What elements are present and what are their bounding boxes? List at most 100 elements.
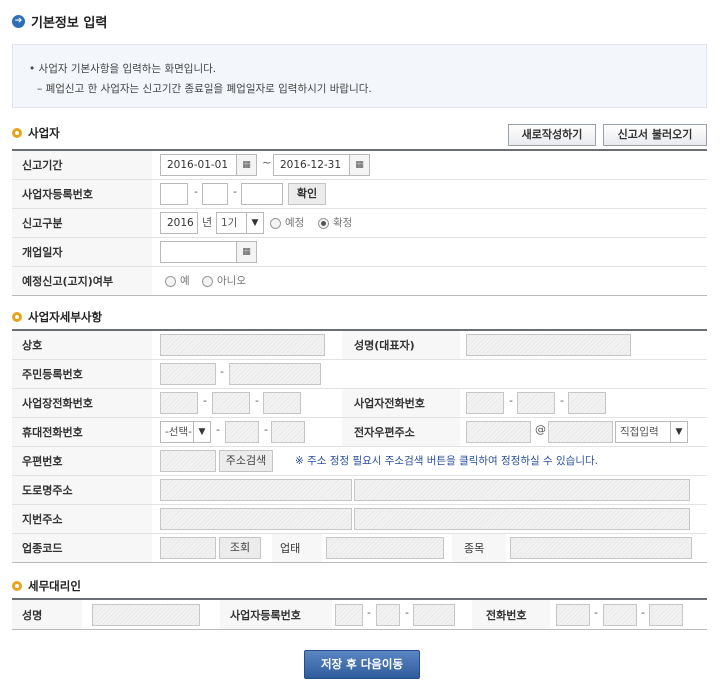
agent-name-input[interactable] — [92, 604, 200, 626]
save-next-button[interactable]: 저장 후 다음이동 — [304, 650, 420, 679]
mobile-part3-input[interactable] — [271, 421, 305, 443]
section-bullet-icon — [12, 312, 22, 322]
dash-separator: - — [641, 606, 645, 619]
notice-box: • 사업자 기본사항을 입력하는 화면입니다. – 폐업신고 한 사업자는 신고… — [12, 44, 707, 108]
notice-line-2: – 폐업신고 한 사업자는 신고기간 종료일을 폐업일자로 입력하시기 바랍니다… — [37, 83, 372, 95]
row-agent: 성명 사업자등록번호 - - 전화번호 - - — [12, 600, 707, 630]
chevron-down-icon: ▼ — [246, 213, 263, 233]
calendar-icon[interactable]: ▦ — [237, 241, 257, 263]
biz-phone-label: 사업장전화번호 — [22, 397, 93, 410]
zip-note: ※ 주소 정정 필요시 주소검색 버튼을 클릭하여 정정하실 수 있습니다. — [295, 455, 598, 467]
dash-separator: - — [405, 606, 409, 619]
new-document-button[interactable]: 새로작성하기 — [508, 124, 596, 146]
email-at-sign: @ — [535, 423, 546, 436]
zip-label: 우편번호 — [22, 455, 63, 468]
dash-separator: - — [509, 394, 513, 407]
page-title: 기본정보 입력 — [31, 15, 108, 31]
section-business-title: 사업자 — [28, 126, 60, 140]
item-input[interactable] — [510, 537, 692, 559]
mobile-prefix-select[interactable]: -선택- ▼ — [160, 421, 211, 443]
open-date-label: 개업일자 — [22, 246, 63, 259]
period-end-input[interactable]: 2016-12-31 — [273, 154, 350, 176]
radio-scheduled[interactable] — [270, 218, 281, 229]
resident-label: 주민등록번호 — [22, 368, 83, 381]
email-domain-select-value: 직접입력 — [620, 426, 659, 438]
term-select[interactable]: 1기 ▼ — [216, 212, 264, 234]
lot-address-2-input[interactable] — [354, 508, 690, 530]
email-domain-input[interactable] — [548, 421, 613, 443]
email-id-input[interactable] — [466, 421, 531, 443]
term-select-value: 1기 — [221, 217, 238, 229]
dash-separator: - — [216, 423, 220, 436]
ceo-input[interactable] — [466, 334, 631, 356]
year-unit: 년 — [202, 216, 213, 229]
section-detail-header: 사업자세부사항 — [12, 309, 102, 325]
regno-part3-input[interactable] — [241, 183, 283, 205]
year-input[interactable]: 2016 — [160, 212, 198, 234]
row-regno: 사업자등록번호 - - 확인 — [12, 180, 707, 209]
calendar-icon[interactable]: ▦ — [350, 154, 370, 176]
mobile-prefix-value: -선택- — [165, 426, 192, 438]
business-type-input[interactable] — [326, 537, 444, 559]
radio-final-label: 확정 — [333, 217, 353, 229]
lookup-button[interactable]: 조회 — [219, 537, 261, 559]
notice-line-1: • 사업자 기본사항을 입력하는 화면입니다. — [29, 63, 217, 75]
dash-separator: - — [194, 185, 198, 198]
radio-yes-label: 예 — [180, 275, 190, 287]
load-report-button[interactable]: 신고서 불러오기 — [603, 124, 707, 146]
resident-part2-input[interactable] — [229, 363, 321, 385]
regno-part1-input[interactable] — [160, 183, 188, 205]
agent-phone-part2-input[interactable] — [603, 604, 637, 626]
page-header: ➔ 기본정보 입력 — [12, 11, 107, 31]
radio-yes[interactable] — [165, 276, 176, 287]
agent-regno-part2-input[interactable] — [376, 604, 400, 626]
radio-scheduled-label: 예정 — [285, 217, 305, 229]
radio-final[interactable] — [318, 218, 329, 229]
section-business-header: 사업자 — [12, 125, 60, 141]
road-address-1-input[interactable] — [160, 479, 352, 501]
company-input[interactable] — [160, 334, 325, 356]
biz-phone-part3-input[interactable] — [263, 392, 301, 414]
regno-part2-input[interactable] — [202, 183, 228, 205]
agent-regno-part3-input[interactable] — [413, 604, 455, 626]
dash-separator: - — [594, 606, 598, 619]
period-start-input[interactable]: 2016-01-01 — [160, 154, 237, 176]
period-label: 신고기간 — [22, 159, 63, 172]
email-label: 전자우편주소 — [354, 426, 415, 439]
confirm-button[interactable]: 확인 — [288, 183, 326, 205]
agent-regno-label: 사업자등록번호 — [230, 609, 301, 622]
owner-phone-part1-input[interactable] — [466, 392, 504, 414]
chevron-down-icon: ▼ — [193, 422, 210, 442]
owner-phone-part3-input[interactable] — [568, 392, 606, 414]
section-detail-title: 사업자세부사항 — [28, 310, 103, 324]
agent-phone-part3-input[interactable] — [649, 604, 683, 626]
zip-input[interactable] — [160, 450, 216, 472]
row-phones: 사업장전화번호 - - 사업자전화번호 - - — [12, 389, 707, 418]
biz-phone-part1-input[interactable] — [160, 392, 198, 414]
biz-phone-part2-input[interactable] — [212, 392, 250, 414]
radio-no-label: 아니오 — [217, 275, 246, 287]
row-industry: 업종코드 조회 업태 종목 — [12, 534, 707, 563]
chevron-down-icon: ▼ — [670, 422, 687, 442]
address-search-button[interactable]: 주소검색 — [219, 450, 273, 472]
lot-address-1-input[interactable] — [160, 508, 352, 530]
row-report-type: 신고구분 2016 년 1기 ▼ 예정 확정 — [12, 209, 707, 238]
radio-no[interactable] — [202, 276, 213, 287]
calendar-icon[interactable]: ▦ — [237, 154, 257, 176]
mobile-part2-input[interactable] — [225, 421, 259, 443]
report-type-label: 신고구분 — [22, 217, 63, 230]
lot-address-label: 지번주소 — [22, 513, 63, 526]
agent-regno-part1-input[interactable] — [335, 604, 363, 626]
resident-part1-input[interactable] — [160, 363, 216, 385]
owner-phone-part2-input[interactable] — [517, 392, 555, 414]
company-label: 상호 — [22, 339, 43, 352]
email-domain-select[interactable]: 직접입력 ▼ — [615, 421, 688, 443]
row-open-date: 개업일자 ▦ — [12, 238, 707, 267]
regno-label: 사업자등록번호 — [22, 188, 93, 201]
industry-code-input[interactable] — [160, 537, 216, 559]
item-label: 종목 — [464, 542, 485, 555]
road-address-2-input[interactable] — [354, 479, 690, 501]
agent-phone-part1-input[interactable] — [556, 604, 590, 626]
open-date-input[interactable] — [160, 241, 237, 263]
arrow-right-circle-icon: ➔ — [12, 14, 25, 28]
